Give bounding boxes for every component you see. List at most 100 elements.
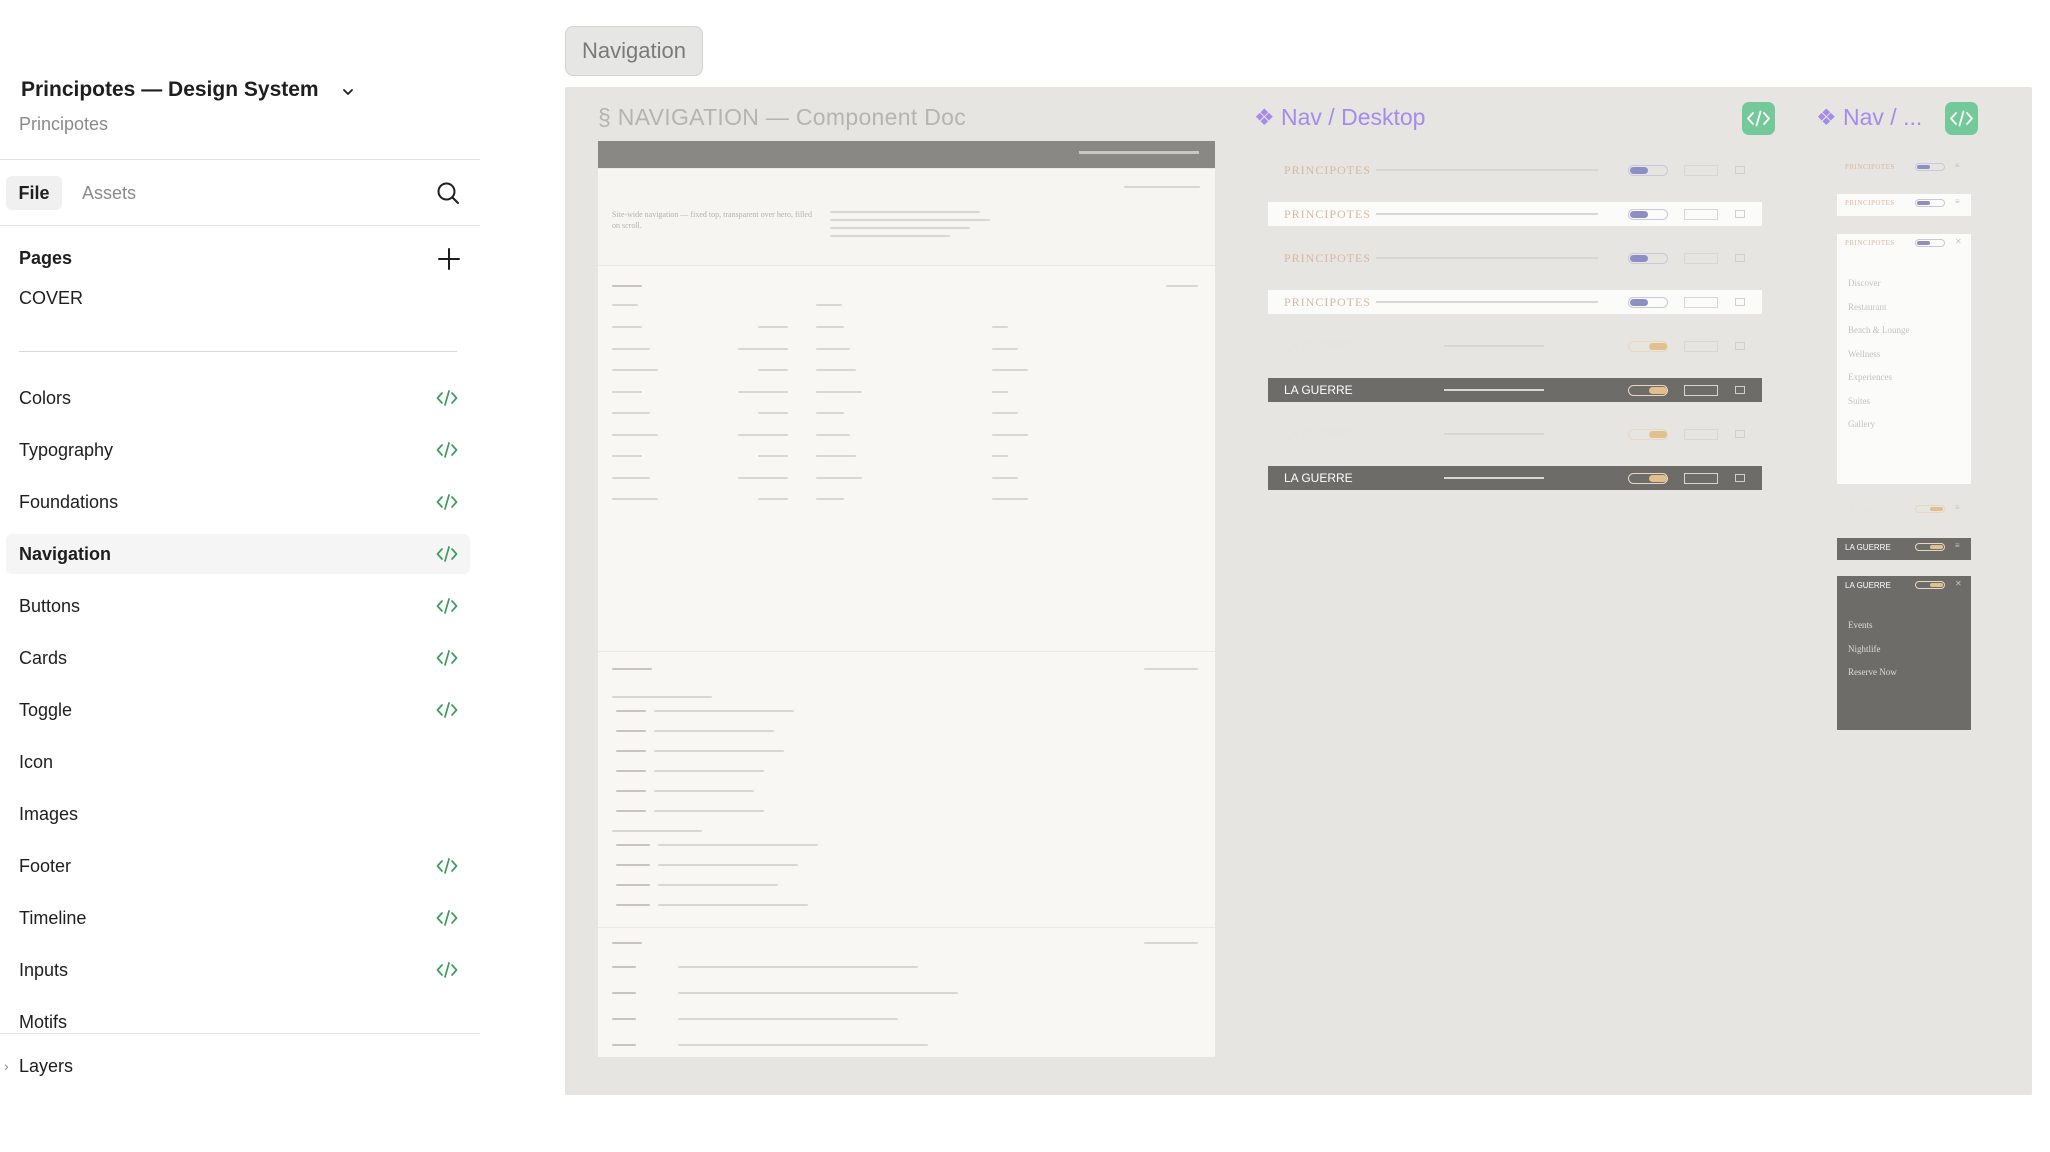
doc-text-line — [658, 884, 778, 886]
project-title[interactable]: Principotes — Design System — [21, 78, 319, 102]
doc-text-line — [992, 412, 1018, 414]
code-icon[interactable] — [436, 856, 458, 876]
doc-section-measurements — [598, 265, 1215, 651]
doc-text-line — [616, 884, 650, 886]
mobile-menu-item: Events — [1848, 620, 1873, 630]
code-icon[interactable] — [436, 440, 458, 460]
brand-logo: PRINCIPOTES — [1845, 199, 1895, 207]
page-item-footer[interactable]: Footer — [6, 846, 470, 886]
code-icon[interactable] — [436, 596, 458, 616]
doc-section-variant-matrix — [598, 651, 1215, 927]
doc-text-line — [612, 285, 642, 287]
nav-mobile-variant[interactable]: LA GUERRE ✕ Events Nightlife Reserve Now — [1837, 576, 1971, 730]
nav-desktop-variant[interactable]: LA GUERRE — [1268, 334, 1762, 358]
nav-mobile-variant[interactable]: LA GUERRE ≡ — [1837, 500, 1971, 518]
layers-label: Layers — [19, 1056, 74, 1076]
page-item-timeline[interactable]: Timeline — [6, 898, 470, 938]
doc-text-line — [654, 710, 794, 712]
brand-logo: LA GUERRE — [1284, 427, 1353, 441]
doc-text-line — [992, 498, 1028, 500]
doc-text-line — [1144, 942, 1198, 944]
doc-text-line — [758, 455, 788, 457]
layers-section-header[interactable]: › Layers — [0, 1052, 480, 1084]
doc-text-line — [612, 942, 642, 944]
code-icon[interactable] — [436, 388, 458, 408]
brand-logo: LA GUERRE — [1845, 505, 1891, 514]
doc-text-line — [758, 326, 788, 328]
page-item-cards[interactable]: Cards — [6, 638, 470, 678]
section-title-tag[interactable]: Navigation — [565, 26, 703, 76]
mobile-menu-item: Restaurant — [1848, 301, 1887, 312]
divider — [0, 225, 480, 226]
chevron-down-icon[interactable] — [340, 84, 356, 100]
nav-desktop-variant[interactable]: LA GUERRE — [1268, 466, 1762, 490]
page-item-toggle[interactable]: Toggle — [6, 690, 470, 730]
doc-text-line — [816, 412, 844, 414]
nav-menu-links — [1444, 389, 1544, 391]
page-item-label: Timeline — [19, 908, 87, 928]
code-icon[interactable] — [436, 960, 458, 980]
nav-mobile-variant[interactable]: PRINCIPOTES ✕ Discover Restaurant Beach & Lo… — [1837, 234, 1971, 484]
page-item-buttons[interactable]: Buttons — [6, 586, 470, 626]
doc-text-line — [612, 1018, 636, 1020]
doc-text-line — [612, 1044, 636, 1046]
doc-text-line — [612, 326, 642, 328]
nav-menu-links — [1376, 301, 1598, 303]
nav-mobile-variant[interactable]: PRINCIPOTES ≡ — [1837, 158, 1971, 176]
page-item-cover[interactable]: COVER — [19, 288, 83, 309]
doc-text-line — [654, 770, 764, 772]
nav-desktop-variant[interactable]: PRINCIPOTES — [1268, 246, 1762, 270]
page-item-label: Cards — [19, 648, 68, 668]
nav-menu-links — [1444, 433, 1544, 435]
page-item-colors[interactable]: Colors — [6, 378, 470, 418]
doc-intro: Site-wide navigation — fixed top, transp… — [598, 168, 1215, 265]
page-item-inputs[interactable]: Inputs — [6, 950, 470, 990]
mobile-menu-item: Wellness — [1848, 348, 1881, 359]
page-item-typography[interactable]: Typography — [6, 430, 470, 470]
page-item-label: Icon — [19, 752, 54, 772]
tab-file[interactable]: File — [6, 176, 62, 210]
nav-mobile-variant[interactable]: PRINCIPOTES ≡ — [1837, 194, 1971, 216]
doc-text-line — [992, 347, 1018, 350]
nav-desktop-component-title[interactable]: ❖ Nav / Desktop — [1254, 104, 1425, 131]
component-doc-frame[interactable]: Site-wide navigation — fixed top, transp… — [598, 141, 1215, 1057]
nav-desktop-variant[interactable]: LA GUERRE — [1268, 422, 1762, 446]
book-button — [1684, 385, 1718, 396]
code-icon[interactable] — [436, 648, 458, 668]
doc-text-line — [758, 498, 788, 500]
doc-text-line — [816, 498, 844, 500]
day-night-toggle — [1915, 581, 1945, 589]
page-item-foundations[interactable]: Foundations — [6, 482, 470, 522]
nav-mobile-variant[interactable]: LA GUERRE ≡ — [1837, 538, 1971, 560]
code-icon[interactable] — [436, 700, 458, 720]
nav-desktop-variant[interactable]: PRINCIPOTES — [1268, 290, 1762, 314]
cart-icon — [1735, 386, 1745, 394]
nav-menu-links — [1376, 257, 1598, 259]
day-night-toggle — [1628, 429, 1668, 440]
code-icon[interactable] — [436, 492, 458, 512]
nav-desktop-variant[interactable]: PRINCIPOTES — [1268, 158, 1762, 182]
code-badge[interactable] — [1742, 102, 1775, 135]
doc-text-line — [616, 750, 646, 752]
nav-desktop-variant[interactable]: PRINCIPOTES — [1268, 202, 1762, 226]
page-item-images[interactable]: Images — [6, 794, 470, 834]
search-icon[interactable] — [434, 179, 462, 207]
tab-assets[interactable]: Assets — [82, 176, 136, 210]
page-item-icon[interactable]: Icon — [6, 742, 470, 782]
page-item-motifs[interactable]: Motifs — [6, 1002, 470, 1034]
doc-text-line — [816, 390, 862, 393]
code-icon[interactable] — [436, 908, 458, 928]
page-item-navigation[interactable]: Navigation — [6, 534, 470, 574]
doc-text-line — [1124, 186, 1200, 188]
nav-desktop-variant[interactable]: LA GUERRE — [1268, 378, 1762, 402]
doc-text-line — [1144, 668, 1198, 670]
menu-icon: ≡ — [1955, 541, 1960, 550]
doc-text-line — [612, 476, 650, 479]
day-night-toggle — [1628, 297, 1668, 308]
doc-frame-title[interactable]: § NAVIGATION — Component Doc — [598, 104, 966, 131]
nav-mobile-component-title[interactable]: ❖ Nav / ... — [1816, 104, 1922, 131]
doc-text-line — [816, 326, 844, 328]
code-icon[interactable] — [436, 544, 458, 564]
code-badge[interactable] — [1945, 102, 1978, 135]
plus-icon[interactable] — [436, 246, 462, 272]
